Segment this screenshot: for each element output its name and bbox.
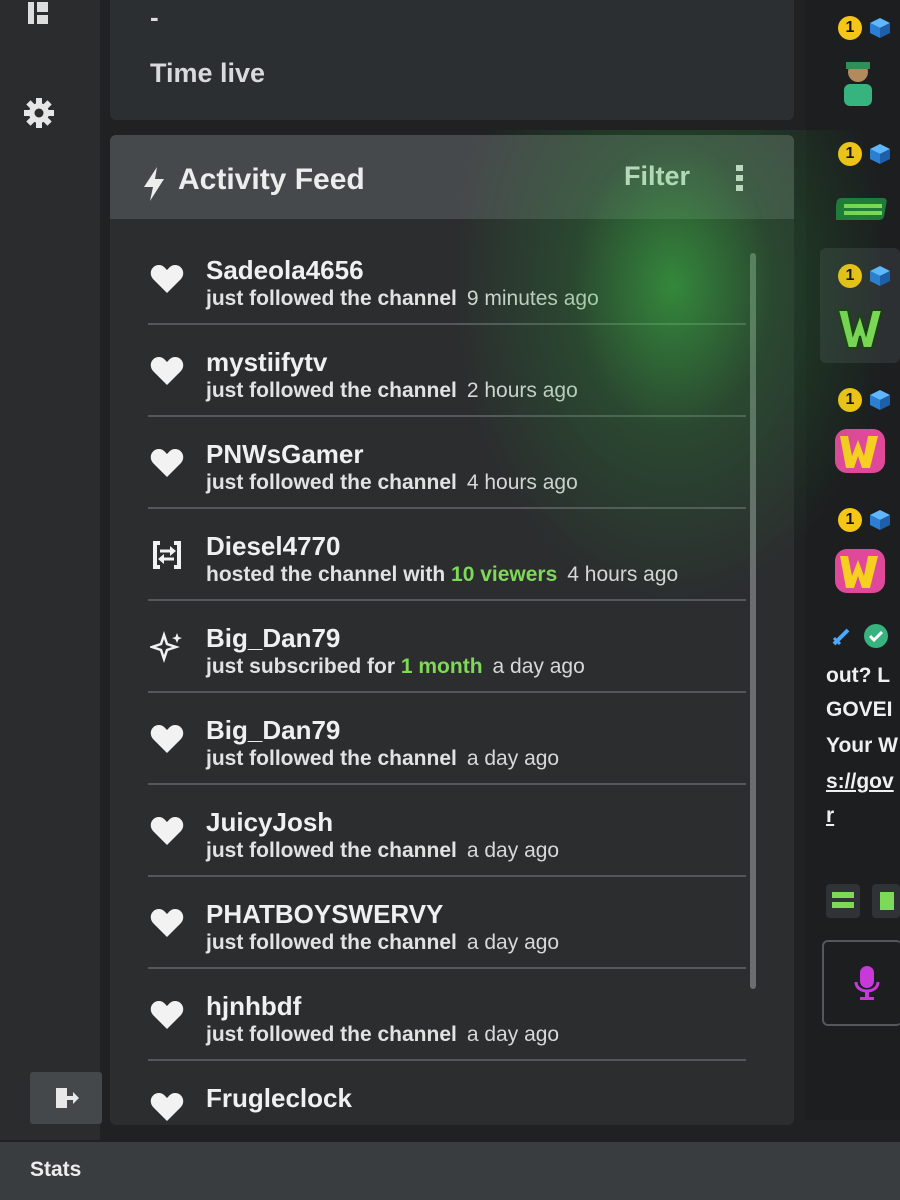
badge-one: 1 <box>838 388 862 412</box>
microphone-icon[interactable] <box>854 964 880 1002</box>
cube-badge-icon <box>870 144 890 164</box>
feed-item-username[interactable]: Sadeola4656 <box>206 255 364 286</box>
more-options-icon[interactable] <box>734 163 746 193</box>
activity-feed-panel: Activity Feed Filter Sadeola4656 just fo… <box>110 135 794 1125</box>
badge-one: 1 <box>838 142 862 166</box>
feed-item[interactable]: Diesel4770 hosted the channel with 10 vi… <box>110 509 750 601</box>
badge-one: 1 <box>838 508 862 532</box>
feed-item[interactable]: JuicyJosh just followed the channel a day… <box>110 785 750 877</box>
cube-badge-icon <box>870 266 890 286</box>
feed-item-detail: just followed the channel a day ago <box>206 839 560 862</box>
heart-icon <box>150 725 184 753</box>
feed-item-detail: just followed the channel 2 hours ago <box>206 379 578 402</box>
sword-badge-icon <box>832 628 850 646</box>
feed-item[interactable]: Big_Dan79 just subscribed for 1 month a d… <box>110 601 750 693</box>
emote-icon <box>832 892 854 908</box>
avatar-emote-icon <box>844 62 872 106</box>
badge-one: 1 <box>838 264 862 288</box>
emote-icon <box>880 892 894 910</box>
feed-item-detail: just followed the channel a day ago <box>206 747 560 770</box>
feed-item-username[interactable]: Diesel4770 <box>206 531 340 562</box>
emote-picker-item[interactable] <box>872 884 900 918</box>
heart-icon <box>150 1093 184 1121</box>
heart-icon <box>150 265 184 293</box>
feed-item-detail: just followed the channel a day ago <box>206 1023 560 1046</box>
feed-item-username[interactable]: PNWsGamer <box>206 439 364 470</box>
heart-icon <box>150 1001 184 1029</box>
feed-item[interactable]: Sadeola4656 just followed the channel 9 m… <box>110 233 750 325</box>
time-live-value: - <box>150 2 159 32</box>
lightning-bolt-icon <box>144 167 164 201</box>
left-rail <box>0 0 102 1140</box>
feed-scrollbar[interactable] <box>750 253 756 989</box>
feed-item-username[interactable]: Big_Dan79 <box>206 715 340 746</box>
emote-picker-item[interactable] <box>826 884 860 918</box>
chat-message-line: GOVEI <box>826 698 893 721</box>
chat-message-line: out? L <box>826 664 891 687</box>
w-emote-icon <box>835 429 885 473</box>
feed-item-username[interactable]: PHATBOYSWERVY <box>206 899 443 930</box>
feed-item[interactable]: PHATBOYSWERVY just followed the channel a… <box>110 877 750 969</box>
stats-label: Stats <box>30 1158 82 1181</box>
exit-door-icon <box>56 1088 79 1108</box>
badge-one: 1 <box>838 16 862 40</box>
w-emote-icon <box>835 549 885 593</box>
sparkle-icon <box>150 631 182 663</box>
heart-icon <box>150 449 184 477</box>
emote-logo-icon <box>836 198 887 220</box>
chat-message-line: Your W <box>826 734 898 757</box>
settings-gear-icon[interactable] <box>22 96 56 130</box>
cube-badge-icon <box>870 510 890 530</box>
feed-item-username[interactable]: hjnhbdf <box>206 991 301 1022</box>
heart-icon <box>150 909 184 937</box>
heart-icon <box>150 817 184 845</box>
cube-badge-icon <box>870 390 890 410</box>
activity-feed-header: Activity Feed Filter <box>110 135 794 219</box>
feed-item[interactable]: mystiifytv just followed the channel 2 ho… <box>110 325 750 417</box>
w-emote-icon <box>836 309 884 349</box>
feed-item[interactable]: PNWsGamer just followed the channel 4 hou… <box>110 417 750 509</box>
feed-item[interactable]: Big_Dan79 just followed the channel a day… <box>110 693 750 785</box>
feed-item-detail: hosted the channel with 10 viewers 4 hour… <box>206 563 679 586</box>
activity-feed-list[interactable]: Sadeola4656 just followed the channel 9 m… <box>110 219 794 1125</box>
feed-item-detail: just followed the channel 4 hours ago <box>206 471 578 494</box>
filter-button[interactable]: Filter <box>624 161 690 192</box>
cube-badge-icon <box>870 18 890 38</box>
feed-item[interactable]: hjnhbdf just followed the channel a day a… <box>110 969 750 1061</box>
feed-item[interactable]: Frugleclock <box>110 1061 750 1125</box>
feed-item-detail: just followed the channel 9 minutes ago <box>206 287 599 310</box>
feed-item-username[interactable]: Big_Dan79 <box>206 623 340 654</box>
feed-item-username[interactable]: JuicyJosh <box>206 807 333 838</box>
host-icon <box>153 541 181 569</box>
chat-message-link[interactable]: s://gov <box>826 770 894 794</box>
activity-feed-title: Activity Feed <box>178 163 365 196</box>
chat-input-area[interactable] <box>822 940 900 1026</box>
feed-item-detail: just followed the channel a day ago <box>206 931 560 954</box>
dashboard-icon[interactable] <box>26 0 50 30</box>
feed-item-detail: just subscribed for 1 month a day ago <box>206 655 585 678</box>
stats-bar[interactable]: Stats <box>0 1142 900 1200</box>
feed-item-username[interactable]: Frugleclock <box>206 1083 352 1114</box>
time-live-label: Time live <box>150 58 266 88</box>
verified-badge-icon <box>864 624 888 648</box>
feed-item-username[interactable]: mystiifytv <box>206 347 327 378</box>
viewer-count: 10 viewers <box>451 563 558 586</box>
collapse-panel-button[interactable] <box>30 1072 102 1124</box>
subscription-length: 1 month <box>400 655 483 678</box>
heart-icon <box>150 357 184 385</box>
chat-message-link[interactable]: r <box>826 804 834 828</box>
